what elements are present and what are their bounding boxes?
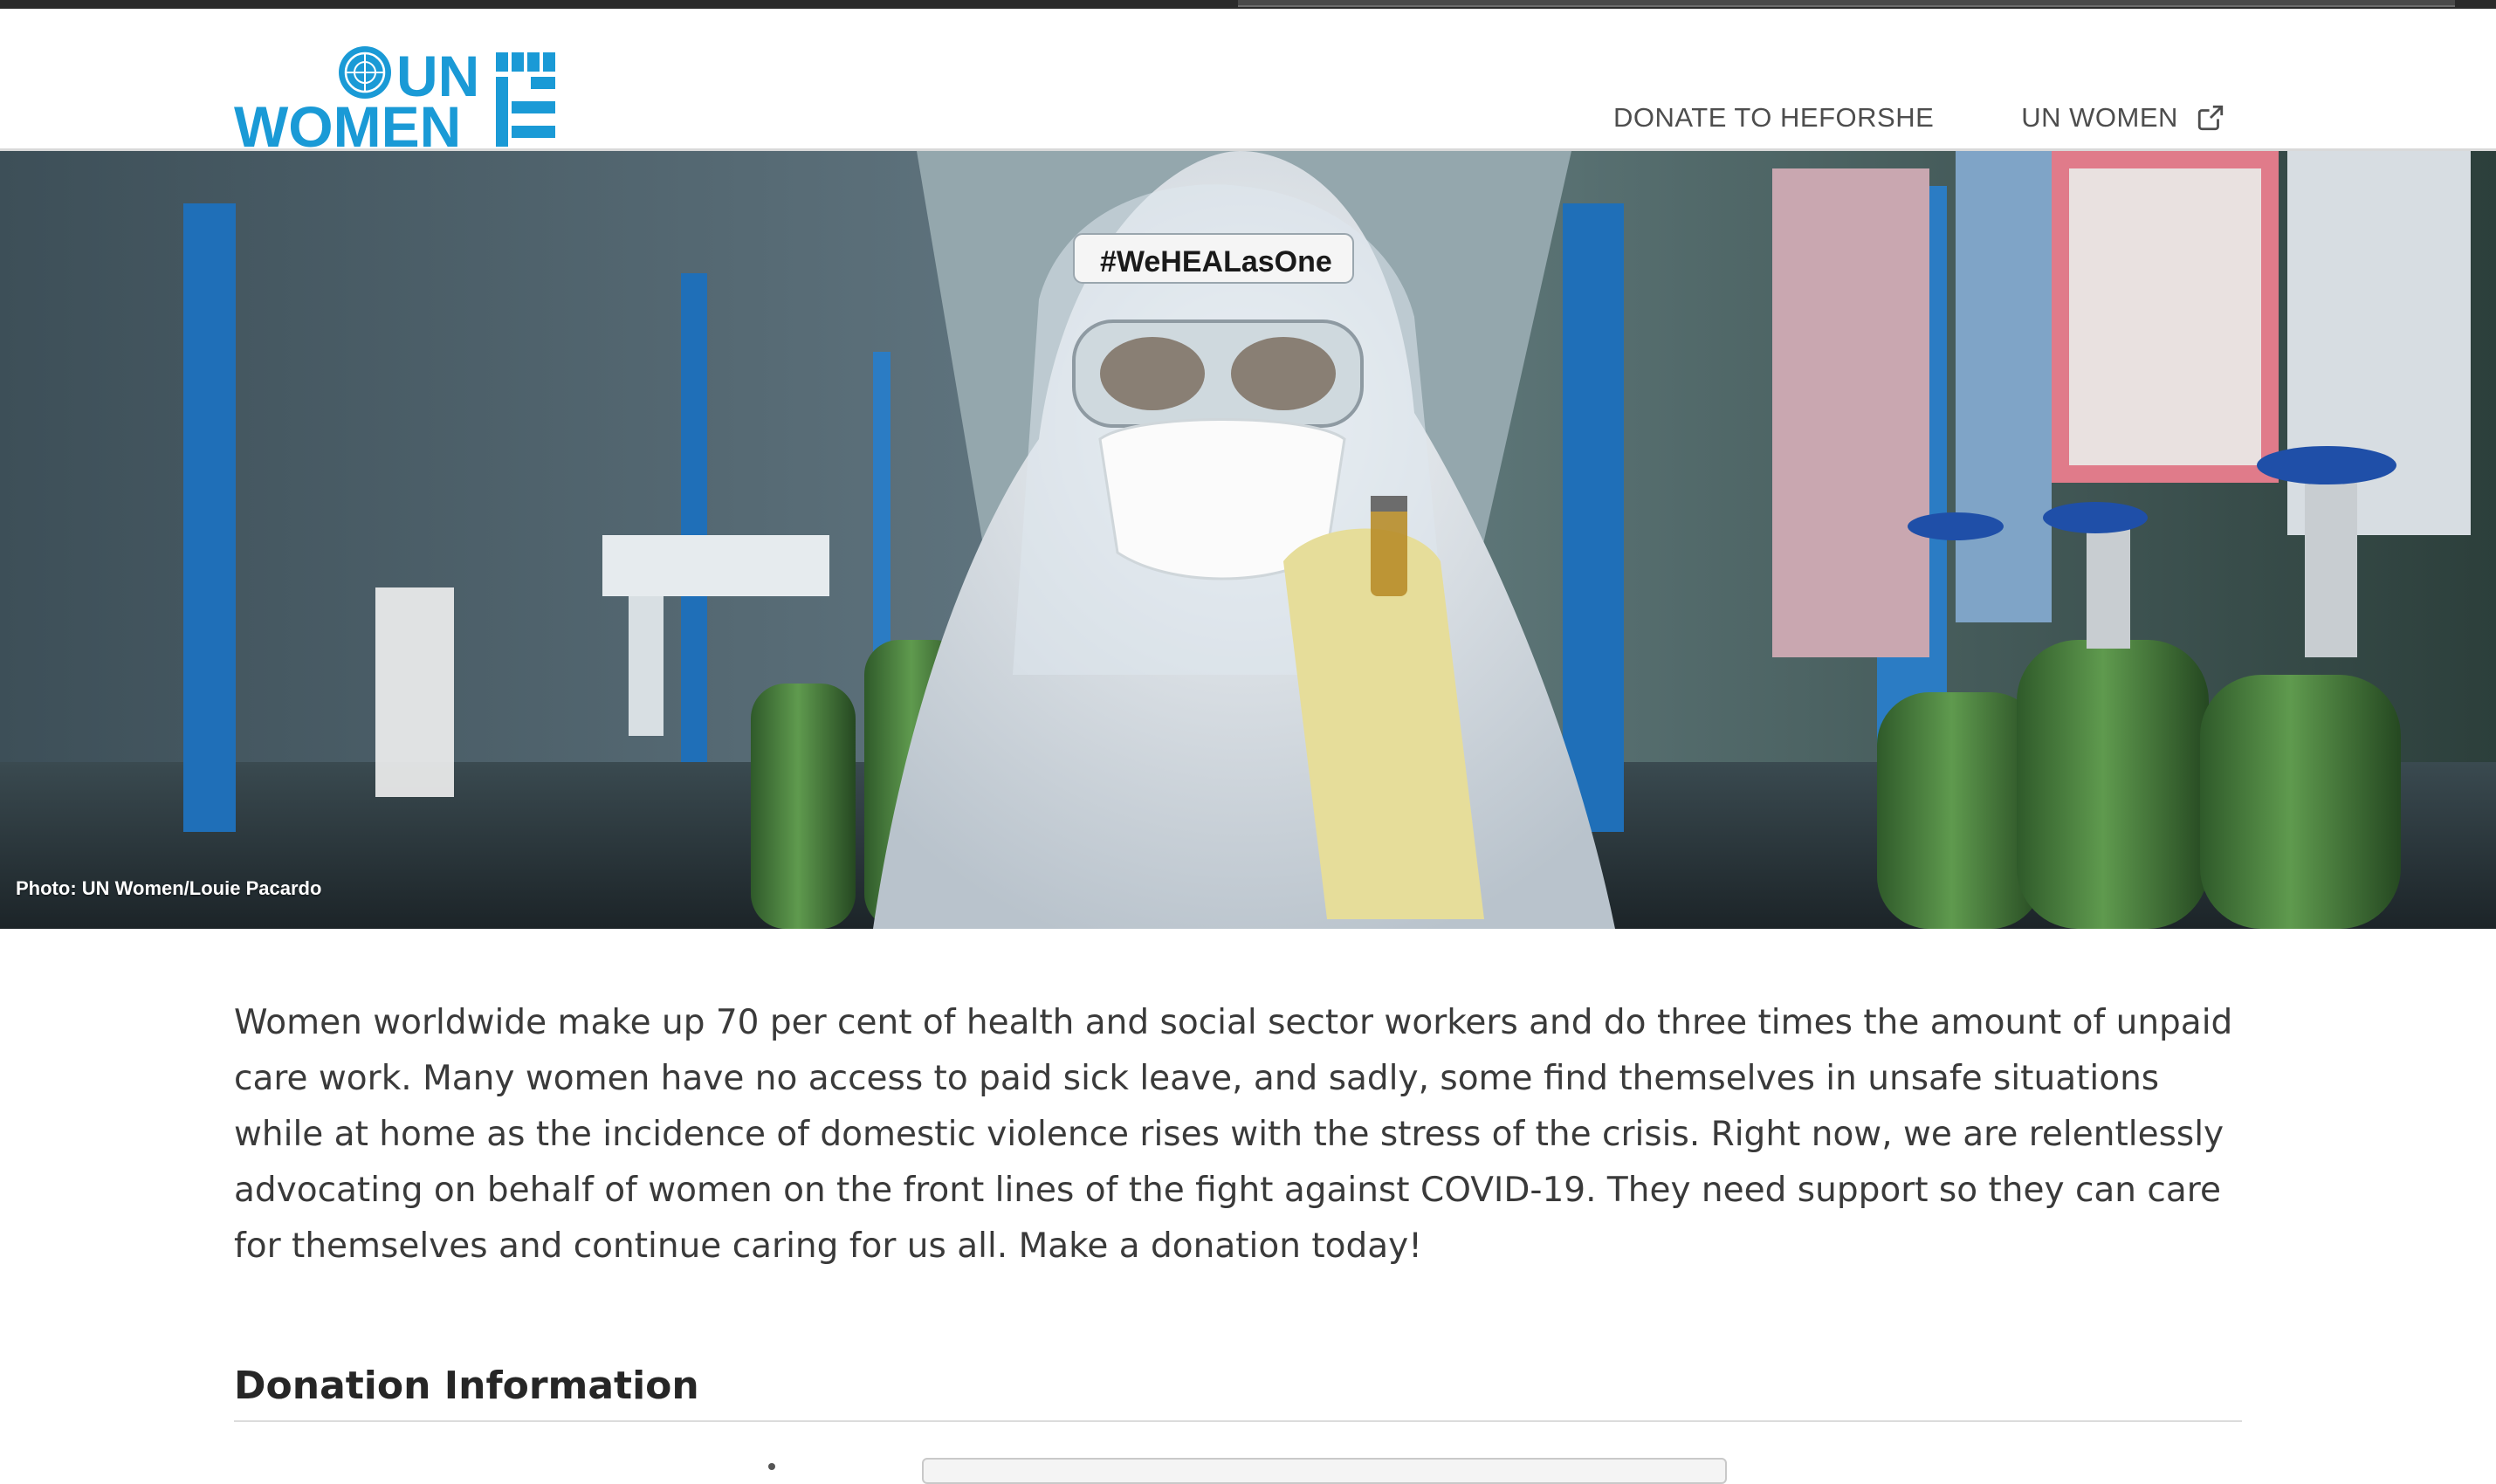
hero-photo-health-worker: #WeHEALasOne xyxy=(0,151,2496,929)
main-nav: DONATE TO HEFORSHE UN WOMEN xyxy=(1613,96,2225,140)
field-label-fragment xyxy=(768,1463,775,1470)
un-women-figure-icon xyxy=(496,52,555,147)
photo-credit: Photo: UN Women/Louie Pacardo xyxy=(16,877,322,899)
site-header: UN WOMEN DONATE TO HEFORSHE UN WOMEN xyxy=(0,9,2496,159)
un-women-logo[interactable]: UN WOMEN xyxy=(234,42,583,159)
nav-link-un-women[interactable]: UN WOMEN xyxy=(2021,102,2225,134)
nav-link-donate-heforshe[interactable]: DONATE TO HEFORSHE xyxy=(1613,102,1934,134)
intro-paragraph: Women worldwide make up 70 per cent of h… xyxy=(234,1003,2233,1266)
un-women-logo-mark: UN WOMEN xyxy=(234,44,555,159)
logo-women-text: WOMEN xyxy=(234,94,461,151)
headband-text: #WeHEALasOne xyxy=(1100,245,1332,278)
donation-information-heading: Donation Information xyxy=(234,1364,2242,1422)
hero-photo: #WeHEALasOne Photo: UN Women/Louie Pacar… xyxy=(0,151,2496,929)
nav-link-un-women-label: UN WOMEN xyxy=(2021,102,2178,133)
un-emblem-icon xyxy=(339,46,391,99)
top-bar-segment xyxy=(1238,0,2455,7)
donation-field-input[interactable] xyxy=(922,1458,1727,1484)
external-link-icon xyxy=(2197,105,2224,131)
browser-top-bar xyxy=(0,0,2496,9)
